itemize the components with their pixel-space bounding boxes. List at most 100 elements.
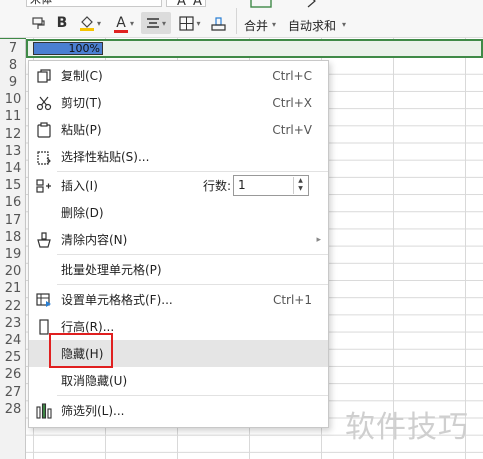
row-count-input[interactable]: 1 ▲ ▼	[233, 175, 310, 196]
autosum-button-label[interactable]: 自动求和	[288, 17, 336, 34]
paste-icon	[37, 122, 51, 138]
context-menu: 复制(C) Ctrl+C 剪切(T) Ctrl+X 粘贴(P) Ctrl+V 选…	[28, 60, 329, 428]
font-size-decrease-icon[interactable]: A	[193, 0, 202, 9]
menu-item-label: 插入(I)	[61, 179, 98, 193]
menu-item-label: 设置单元格格式(F)...	[61, 293, 173, 307]
merge-caret-icon[interactable]: ▾	[272, 20, 276, 29]
row-number-14[interactable]: 14	[0, 160, 26, 177]
watermark: 软件技巧	[345, 410, 469, 445]
font-color-bar	[113, 30, 128, 33]
submenu-arrow-icon: ▸	[316, 235, 321, 245]
row-number-11[interactable]: 11	[0, 108, 26, 125]
menu-item-paste-special[interactable]: 选择性粘贴(S)...	[29, 143, 328, 170]
eraser-icon	[210, 16, 226, 31]
menu-item-paste[interactable]: 粘贴(P) Ctrl+V	[29, 116, 328, 143]
menu-item-label: 粘贴(P)	[61, 123, 102, 137]
cell-a6-progress[interactable]: 100%	[33, 42, 103, 55]
menu-item-label: 筛选列(L)...	[61, 404, 125, 418]
row-number-12[interactable]: 12	[0, 126, 26, 143]
paste-special-icon	[37, 151, 51, 165]
row-count-value: 1	[238, 178, 246, 192]
menu-item-shortcut: Ctrl+1	[272, 293, 312, 307]
menu-item-shortcut: Ctrl+X	[272, 96, 312, 110]
row-number-18[interactable]: 18	[0, 229, 26, 246]
menu-separator	[57, 395, 328, 396]
autosum-caret-icon[interactable]: ▾	[342, 20, 346, 29]
borders-icon	[179, 15, 195, 31]
row-count-label: 行数:	[203, 179, 232, 193]
menu-item-filter-columns[interactable]: 筛选列(L)...	[29, 397, 328, 424]
row-number-22[interactable]: 22	[0, 298, 26, 315]
menu-item-label: 清除内容(N)	[61, 233, 128, 247]
menu-item-label: 批量处理单元格(P)	[61, 263, 162, 277]
menu-separator	[57, 254, 328, 255]
row-number-17[interactable]: 17	[0, 212, 26, 229]
row-number-28[interactable]: 28	[0, 401, 26, 418]
borders-button[interactable]: ▾	[175, 12, 205, 34]
row-number-10[interactable]: 10	[0, 91, 26, 108]
row-number-15[interactable]: 15	[0, 177, 26, 194]
insert-row-count: 行数: 1 ▲ ▼	[203, 175, 310, 196]
fill-color-caret-icon: ▾	[96, 18, 101, 28]
row-number-25[interactable]: 25	[0, 349, 26, 366]
format-painter-icon	[31, 16, 45, 29]
row-header-column: 4567891011121314151617181920212223242526…	[0, 0, 26, 459]
toolbar: 宋体 A A B ▾ A ▾ ▾ ▾	[0, 0, 483, 38]
fill-color-button[interactable]: ▾	[75, 12, 105, 34]
font-color-letter: A	[116, 15, 126, 31]
row-number-26[interactable]: 26	[0, 366, 26, 383]
font-name-select[interactable]: 宋体	[26, 0, 162, 7]
menu-item-label: 选择性粘贴(S)...	[61, 150, 150, 164]
eraser-button[interactable]	[208, 12, 228, 34]
font-size-increase-icon[interactable]: A	[177, 0, 186, 9]
format-painter-button[interactable]	[28, 12, 48, 34]
menu-item-delete[interactable]: 删除(D)	[29, 199, 328, 226]
format-cells-icon	[36, 293, 51, 307]
menu-item-shortcut: Ctrl+C	[272, 69, 312, 83]
row-number-8[interactable]: 8	[0, 57, 26, 74]
insert-icon	[36, 179, 51, 193]
cell-a6-value: 100%	[68, 42, 100, 55]
filter-columns-icon	[36, 403, 52, 419]
menu-item-copy[interactable]: 复制(C) Ctrl+C	[29, 62, 328, 89]
stepper-up-icon[interactable]: ▲	[294, 177, 307, 185]
row-number-20[interactable]: 20	[0, 263, 26, 280]
row-number-27[interactable]: 27	[0, 384, 26, 401]
row-number-19[interactable]: 19	[0, 246, 26, 263]
font-color-button[interactable]: A ▾	[110, 12, 138, 34]
menu-item-cut[interactable]: 剪切(T) Ctrl+X	[29, 89, 328, 116]
row-number-24[interactable]: 24	[0, 332, 26, 349]
hide-highlight-box	[49, 333, 113, 368]
autosum-icon[interactable]	[305, 0, 323, 8]
row-number-7[interactable]: 7	[0, 40, 26, 57]
bold-button[interactable]: B	[53, 12, 71, 34]
row-number-23[interactable]: 23	[0, 315, 26, 332]
menu-item-label: 复制(C)	[61, 69, 103, 83]
merge-cells-icon[interactable]	[250, 0, 272, 8]
clear-contents-icon	[37, 232, 51, 248]
scissors-icon	[36, 96, 52, 111]
row-count-stepper[interactable]: ▲ ▼	[293, 177, 307, 194]
row-number-13[interactable]: 13	[0, 143, 26, 160]
copy-icon	[37, 69, 51, 83]
menu-item-label: 取消隐藏(U)	[61, 374, 128, 388]
fill-bucket-icon	[79, 16, 94, 31]
toolbar-divider	[236, 8, 237, 34]
menu-item-unhide[interactable]: 取消隐藏(U)	[29, 367, 328, 394]
menu-item-label: 剪切(T)	[61, 96, 102, 110]
menu-separator	[57, 284, 328, 285]
merge-button-label[interactable]: 合并	[244, 17, 268, 34]
row-number-16[interactable]: 16	[0, 194, 26, 211]
borders-caret-icon: ▾	[196, 18, 201, 28]
row-number-9[interactable]: 9	[0, 74, 26, 91]
font-color-caret-icon: ▾	[129, 18, 134, 28]
row-number-21[interactable]: 21	[0, 280, 26, 297]
align-center-icon	[146, 18, 159, 28]
menu-item-label: 删除(D)	[61, 206, 104, 220]
stepper-down-icon[interactable]: ▼	[294, 185, 307, 193]
menu-item-clear[interactable]: 清除内容(N) ▸	[29, 226, 328, 253]
align-button[interactable]: ▾	[141, 12, 171, 34]
align-caret-icon: ▾	[161, 18, 166, 28]
menu-item-format-cells[interactable]: 设置单元格格式(F)... Ctrl+1	[29, 286, 328, 313]
menu-item-batch[interactable]: 批量处理单元格(P)	[29, 256, 328, 283]
